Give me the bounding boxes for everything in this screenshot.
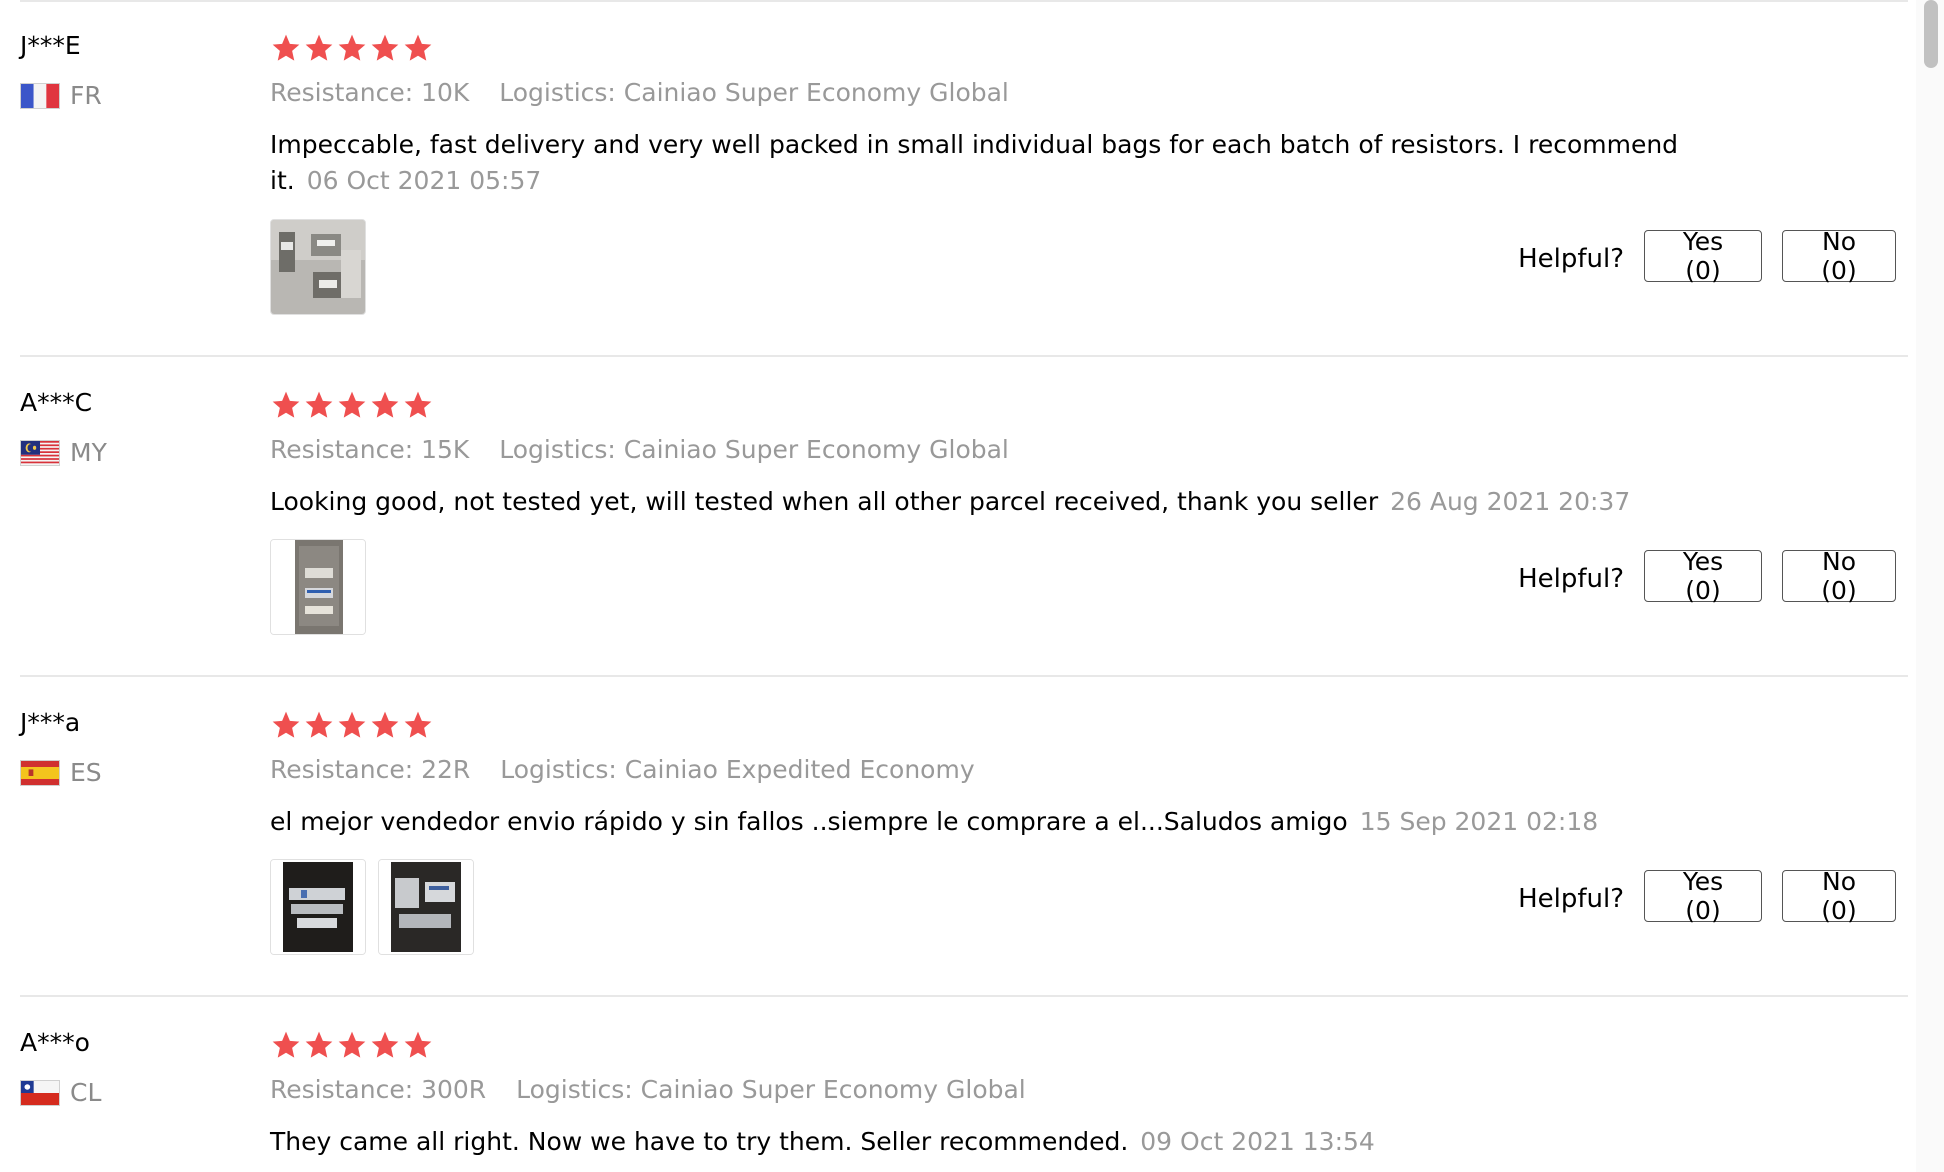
helpful-section: Helpful? Yes (0) No (0) bbox=[1518, 867, 1896, 925]
resistance-value: 10K bbox=[421, 78, 470, 107]
no-vote-button[interactable]: No (0) bbox=[1782, 867, 1896, 925]
review-attributes: Resistance: 10K Logistics: Cainiao Super… bbox=[270, 77, 1009, 109]
star-icon bbox=[369, 1029, 401, 1061]
star-rating bbox=[270, 389, 435, 421]
star-icon bbox=[270, 32, 302, 64]
logistics-value: Cainiao Super Economy Global bbox=[623, 78, 1009, 107]
star-icon bbox=[369, 389, 401, 421]
country-code: ES bbox=[70, 758, 102, 787]
review-item: A***o CL Resistance: 300R Logistics: Cai… bbox=[20, 997, 1908, 1172]
logistics-label: Logistics: bbox=[516, 1075, 633, 1104]
no-vote-button[interactable]: No (0) bbox=[1782, 547, 1896, 605]
resistance-value: 15K bbox=[421, 435, 470, 464]
review-attributes: Resistance: 15K Logistics: Cainiao Super… bbox=[270, 434, 1009, 466]
helpful-label: Helpful? bbox=[1518, 884, 1624, 914]
helpful-section: Helpful? Yes (0) No (0) bbox=[1518, 547, 1896, 605]
review-photo-thumbnail[interactable] bbox=[270, 219, 366, 315]
review-text: They came all right. Now we have to try … bbox=[270, 1124, 1720, 1160]
star-icon bbox=[402, 32, 434, 64]
review-photo-thumbnail[interactable] bbox=[270, 859, 366, 955]
star-icon bbox=[369, 32, 401, 64]
review-date: 26 Aug 2021 20:37 bbox=[1390, 487, 1631, 516]
star-icon bbox=[303, 389, 335, 421]
buyer-country: MY bbox=[20, 437, 107, 469]
star-icon bbox=[336, 709, 368, 741]
review-photos bbox=[270, 219, 378, 315]
star-rating bbox=[270, 1029, 435, 1061]
review-text: el mejor vendedor envio rápido y sin fal… bbox=[270, 804, 1720, 840]
buyer-name: A***o bbox=[20, 1028, 90, 1057]
chile-flag-icon bbox=[20, 1080, 60, 1106]
buyer-country: CL bbox=[20, 1077, 101, 1109]
no-vote-button[interactable]: No (0) bbox=[1782, 227, 1896, 285]
star-icon bbox=[303, 709, 335, 741]
resistance-value: 300R bbox=[421, 1075, 487, 1104]
buyer-name: J***E bbox=[20, 31, 81, 60]
country-code: CL bbox=[70, 1078, 102, 1107]
logistics-label: Logistics: bbox=[500, 755, 617, 784]
review-body: They came all right. Now we have to try … bbox=[270, 1127, 1129, 1156]
review-photos bbox=[270, 539, 378, 635]
star-icon bbox=[336, 389, 368, 421]
scrollbar[interactable] bbox=[1916, 0, 1944, 1172]
country-code: FR bbox=[70, 81, 102, 110]
review-date: 15 Sep 2021 02:18 bbox=[1359, 807, 1599, 836]
scrollbar-thumb[interactable] bbox=[1924, 0, 1938, 68]
star-icon bbox=[402, 1029, 434, 1061]
helpful-label: Helpful? bbox=[1518, 564, 1624, 594]
review-attributes: Resistance: 300R Logistics: Cainiao Supe… bbox=[270, 1074, 1026, 1106]
review-body: Looking good, not tested yet, will teste… bbox=[270, 487, 1379, 516]
star-icon bbox=[303, 32, 335, 64]
logistics-value: Cainiao Expedited Economy bbox=[624, 755, 975, 784]
logistics-label: Logistics: bbox=[499, 435, 616, 464]
star-icon bbox=[270, 709, 302, 741]
resistance-label: Resistance: bbox=[270, 435, 414, 464]
logistics-value: Cainiao Super Economy Global bbox=[640, 1075, 1026, 1104]
yes-vote-button[interactable]: Yes (0) bbox=[1644, 227, 1762, 285]
star-icon bbox=[369, 709, 401, 741]
resistance-label: Resistance: bbox=[270, 755, 414, 784]
star-rating bbox=[270, 709, 435, 741]
helpful-label: Helpful? bbox=[1518, 244, 1624, 274]
review-date: 06 Oct 2021 05:57 bbox=[306, 166, 542, 195]
buyer-name: A***C bbox=[20, 388, 93, 417]
buyer-country: ES bbox=[20, 757, 102, 789]
star-icon bbox=[303, 1029, 335, 1061]
france-flag-icon bbox=[20, 83, 60, 109]
review-date: 09 Oct 2021 13:54 bbox=[1140, 1127, 1375, 1156]
review-photos bbox=[270, 859, 486, 955]
reviews-page: J***E FR Resistance: 10K Logistics: Cain… bbox=[0, 0, 1944, 1172]
logistics-label: Logistics: bbox=[499, 78, 616, 107]
yes-vote-button[interactable]: Yes (0) bbox=[1644, 867, 1762, 925]
review-item: J***E FR Resistance: 10K Logistics: Cain… bbox=[20, 0, 1908, 357]
review-photo-thumbnail[interactable] bbox=[270, 539, 366, 635]
helpful-section: Helpful? Yes (0) No (0) bbox=[1518, 227, 1896, 285]
star-icon bbox=[270, 389, 302, 421]
star-icon bbox=[336, 32, 368, 64]
buyer-name: J***a bbox=[20, 708, 81, 737]
star-icon bbox=[336, 1029, 368, 1061]
malaysia-flag-icon bbox=[20, 440, 60, 466]
review-text: Looking good, not tested yet, will teste… bbox=[270, 484, 1720, 520]
resistance-label: Resistance: bbox=[270, 1075, 414, 1104]
buyer-country: FR bbox=[20, 80, 102, 112]
review-body: el mejor vendedor envio rápido y sin fal… bbox=[270, 807, 1348, 836]
resistance-value: 22R bbox=[421, 755, 471, 784]
review-item: A***C MY Resistance: 15K Logistics: Cain… bbox=[20, 357, 1908, 677]
star-icon bbox=[270, 1029, 302, 1061]
yes-vote-button[interactable]: Yes (0) bbox=[1644, 547, 1762, 605]
review-item: J***a ES Resistance: 22R Logistics: Cain… bbox=[20, 677, 1908, 997]
logistics-value: Cainiao Super Economy Global bbox=[623, 435, 1009, 464]
review-photo-thumbnail[interactable] bbox=[378, 859, 474, 955]
review-attributes: Resistance: 22R Logistics: Cainiao Exped… bbox=[270, 754, 975, 786]
review-text: Impeccable, fast delivery and very well … bbox=[270, 127, 1720, 199]
star-icon bbox=[402, 389, 434, 421]
resistance-label: Resistance: bbox=[270, 78, 414, 107]
star-rating bbox=[270, 32, 435, 64]
spain-flag-icon bbox=[20, 760, 60, 786]
star-icon bbox=[402, 709, 434, 741]
country-code: MY bbox=[70, 438, 107, 467]
